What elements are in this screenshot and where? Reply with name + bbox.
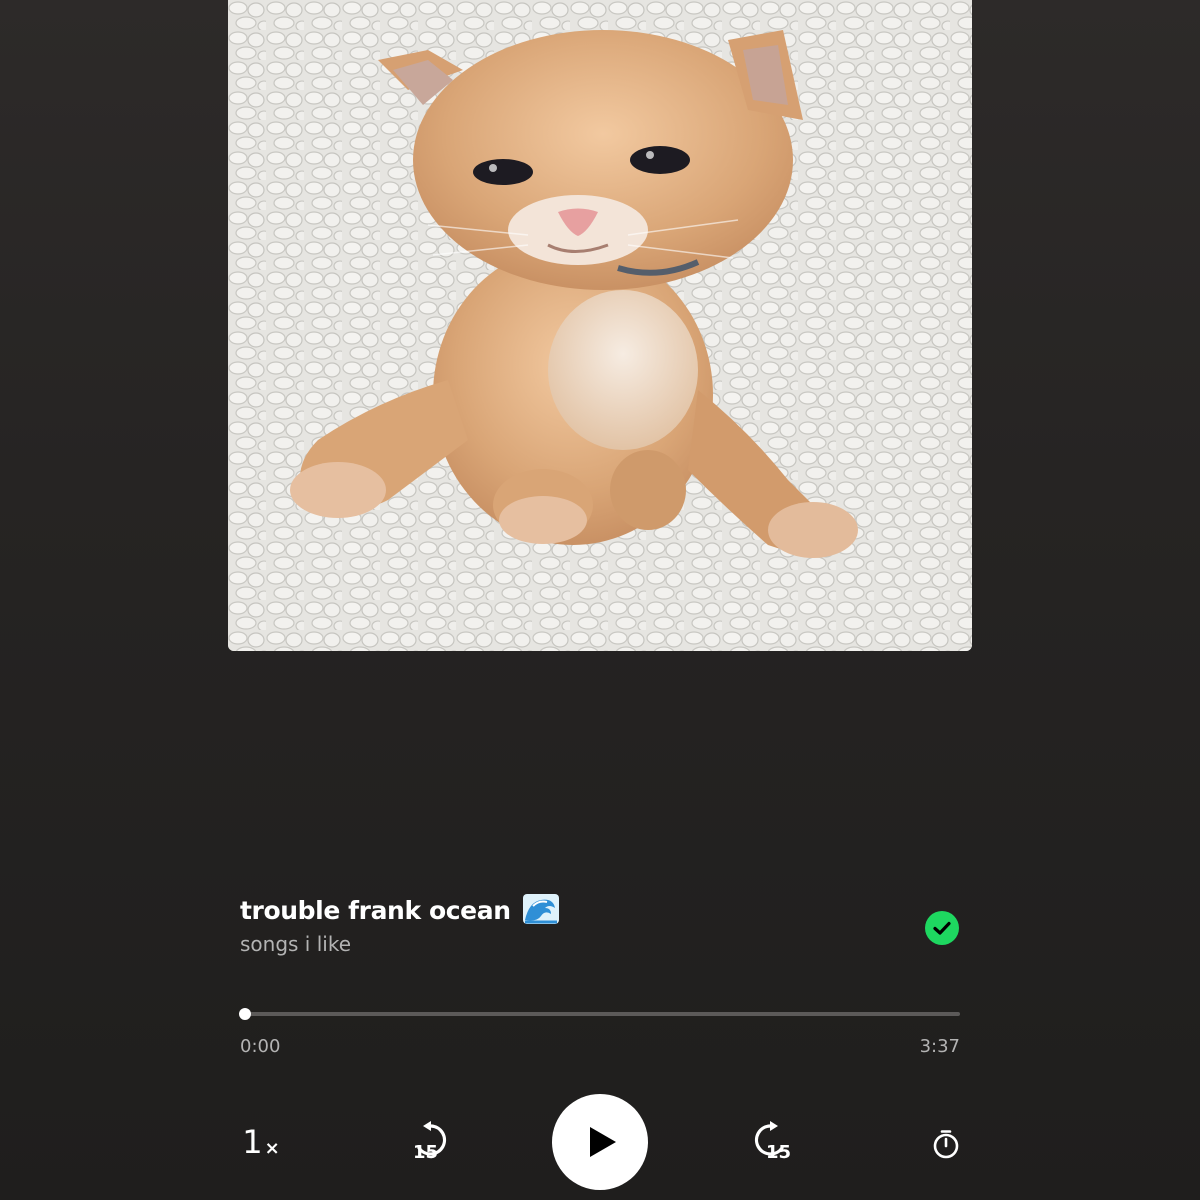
progress-bar[interactable] <box>239 1008 960 1020</box>
album-artwork <box>228 0 972 651</box>
stopwatch-icon <box>933 1130 959 1159</box>
track-title[interactable]: trouble frank ocean <box>240 894 559 925</box>
skip-back-button[interactable]: 15 <box>403 1118 459 1168</box>
track-title-text: trouble frank ocean <box>240 896 511 925</box>
total-duration: 3:37 <box>919 1036 960 1057</box>
check-circle-icon[interactable] <box>925 911 959 945</box>
speed-value: 1 <box>242 1123 263 1161</box>
play-button[interactable] <box>552 1094 648 1190</box>
play-icon <box>590 1127 616 1157</box>
playback-speed-button[interactable]: 1 × <box>236 1120 286 1164</box>
kitten-artwork <box>228 0 972 651</box>
speed-suffix: × <box>264 1137 280 1159</box>
sleep-timer-button[interactable] <box>924 1122 968 1166</box>
elapsed-time: 0:00 <box>240 1036 281 1057</box>
progress-thumb[interactable] <box>239 1008 251 1020</box>
skip-forward-seconds: 15 <box>766 1142 792 1163</box>
water-wave-icon <box>522 894 559 924</box>
skip-forward-button[interactable]: 15 <box>742 1118 798 1168</box>
skip-back-seconds: 15 <box>413 1142 439 1163</box>
track-source[interactable]: songs i like <box>240 932 351 956</box>
